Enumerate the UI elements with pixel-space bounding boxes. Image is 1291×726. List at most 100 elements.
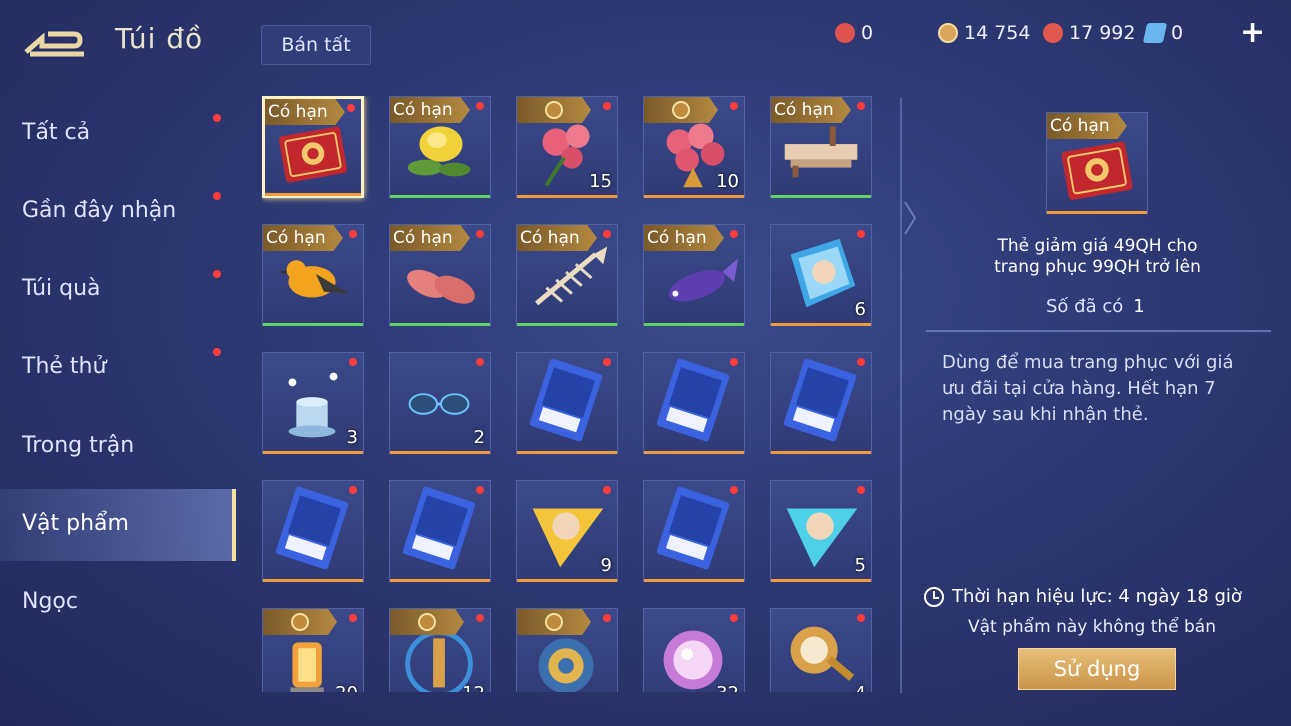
owned-label: Số đã có	[1046, 296, 1124, 317]
sidebar-item-trial-cards[interactable]: Thẻ thử	[0, 332, 236, 404]
limited-tag: Có hạn	[263, 225, 343, 251]
rarity-bar	[771, 451, 871, 454]
sidebar-item-gems[interactable]: Ngọc	[0, 567, 236, 639]
currency-blue-card: 0	[1142, 22, 1183, 44]
card-pack-icon	[656, 486, 730, 570]
inventory-item-discount-ticket[interactable]: Có hạn	[262, 96, 364, 198]
sidebar-item-in-match[interactable]: Trong trận	[0, 411, 236, 483]
item-name-line: trang phục 99QH trở lên	[994, 257, 1201, 277]
gold-coin-icon	[545, 613, 563, 631]
inventory-item-lantern[interactable]: 20	[262, 608, 364, 692]
currency-value: 0	[861, 22, 874, 44]
sidebar-item-items[interactable]: Vật phẩm	[0, 489, 236, 561]
inventory-item-card-pack[interactable]	[516, 352, 618, 454]
notification-dot	[730, 102, 738, 110]
gold-coin-icon	[418, 613, 436, 631]
rarity-bar	[265, 193, 361, 196]
ruby-icon	[1043, 23, 1063, 43]
item-description: Dùng để mua trang phục với giá ưu đãi tạ…	[942, 352, 1234, 425]
inventory-item-yellow-rose[interactable]: Có hạn	[389, 96, 491, 198]
inventory-item-gold-hero-shard[interactable]: 9	[516, 480, 618, 582]
limited-tag: Có hạn	[771, 97, 851, 123]
notification-dot	[349, 614, 357, 622]
inventory-item-sunglasses[interactable]: 2	[389, 352, 491, 454]
sidebar-item-all[interactable]: Tất cả	[0, 98, 236, 170]
notification-dot	[603, 358, 611, 366]
item-name: Thẻ giảm giá 49QH cho trang phục 99QH tr…	[960, 236, 1235, 278]
coin-tag	[517, 609, 591, 635]
notification-dot	[476, 230, 484, 238]
item-count: 20	[335, 683, 358, 692]
inventory-item-pink-orb[interactable]: 32	[643, 608, 745, 692]
inventory-item-spiral-rune[interactable]	[516, 608, 618, 692]
sidebar-item-label: Trong trận	[22, 433, 135, 458]
inventory-item-fish-bone[interactable]: Có hạn	[516, 224, 618, 326]
notification-dot	[349, 486, 357, 494]
card-pack-icon	[783, 358, 857, 442]
card-pack-icon	[529, 358, 603, 442]
card-pack-icon	[402, 486, 476, 570]
notification-dot	[730, 486, 738, 494]
rarity-bar	[517, 579, 617, 582]
limited-tag: Có hạn	[1047, 113, 1127, 139]
inventory-item-oriole-bird[interactable]: Có hạn	[262, 224, 364, 326]
inventory-item-purple-fish[interactable]: Có hạn	[643, 224, 745, 326]
limited-tag: Có hạn	[265, 99, 345, 125]
sidebar-item-label: Thẻ thử	[22, 354, 107, 379]
sidebar-item-gift-bag[interactable]: Túi quà	[0, 254, 236, 326]
limited-tag: Có hạn	[644, 225, 724, 251]
item-count: 32	[716, 683, 739, 692]
item-count: 15	[589, 171, 612, 192]
rarity-bar	[517, 451, 617, 454]
rarity-bar	[390, 451, 490, 454]
notification-dot	[347, 104, 355, 112]
rarity-bar	[1047, 211, 1147, 214]
currency-bar: 0 14 754 17 992 0	[825, 18, 1280, 48]
rarity-bar	[263, 323, 363, 326]
inventory-item-card-pack[interactable]	[643, 352, 745, 454]
notification-dot	[213, 270, 221, 278]
expiry-text: Thời hạn hiệu lực: 4 ngày 18 giờ	[952, 586, 1242, 607]
back-arrow-icon[interactable]	[22, 26, 88, 60]
inventory-item-rose-bouquet-small[interactable]: 15	[516, 96, 618, 198]
sidebar-item-label: Túi quà	[22, 276, 101, 301]
notification-dot	[857, 614, 865, 622]
rarity-bar	[644, 323, 744, 326]
inventory-item-pink-shoes[interactable]: Có hạn	[389, 224, 491, 326]
inventory-item-card-pack[interactable]	[643, 480, 745, 582]
inventory-item-hero-crystal-card[interactable]: 6	[770, 224, 872, 326]
notification-dot	[349, 230, 357, 238]
use-button[interactable]: Sử dụng	[1018, 648, 1176, 690]
sidebar-item-label: Ngọc	[22, 589, 78, 614]
notification-dot	[476, 102, 484, 110]
sidebar-item-recent[interactable]: Gần đây nhận	[0, 176, 236, 248]
panel-divider	[900, 98, 902, 693]
inventory-item-gold-trumpet[interactable]: 4	[770, 608, 872, 692]
coin-tag	[263, 609, 337, 635]
inventory-item-blue-hero-shard[interactable]: 5	[770, 480, 872, 582]
item-name-line: Thẻ giảm giá 49QH cho	[997, 236, 1198, 256]
inventory-item-card-pack[interactable]	[262, 480, 364, 582]
inventory-item-magic-hat[interactable]: 3	[262, 352, 364, 454]
sell-all-button[interactable]: Bán tất	[261, 25, 371, 65]
inventory-item-wooden-cart[interactable]: Có hạn	[770, 96, 872, 198]
expiry-info: Thời hạn hiệu lực: 4 ngày 18 giờ	[924, 586, 1242, 607]
rarity-bar	[263, 451, 363, 454]
notification-dot	[857, 230, 865, 238]
inventory-item-card-pack[interactable]	[389, 480, 491, 582]
currency-ruby: 17 992	[1043, 22, 1135, 44]
item-count: 6	[854, 299, 866, 320]
gold-coin-icon	[672, 101, 690, 119]
add-currency-button[interactable]: +	[1240, 18, 1265, 48]
inventory-item-card-pack[interactable]	[770, 352, 872, 454]
inventory-item-blue-rune[interactable]: 12	[389, 608, 491, 692]
sidebar-item-label: Vật phẩm	[22, 511, 129, 536]
rarity-bar	[263, 579, 363, 582]
page-title: Túi đồ	[115, 22, 204, 55]
item-count: 12	[462, 683, 485, 692]
card-pack-icon	[275, 486, 349, 570]
sidebar-item-label: Gần đây nhận	[22, 198, 177, 223]
inventory-item-rose-bouquet-large[interactable]: 10	[643, 96, 745, 198]
blue-card-icon	[1142, 23, 1168, 43]
limited-tag: Có hạn	[390, 97, 470, 123]
